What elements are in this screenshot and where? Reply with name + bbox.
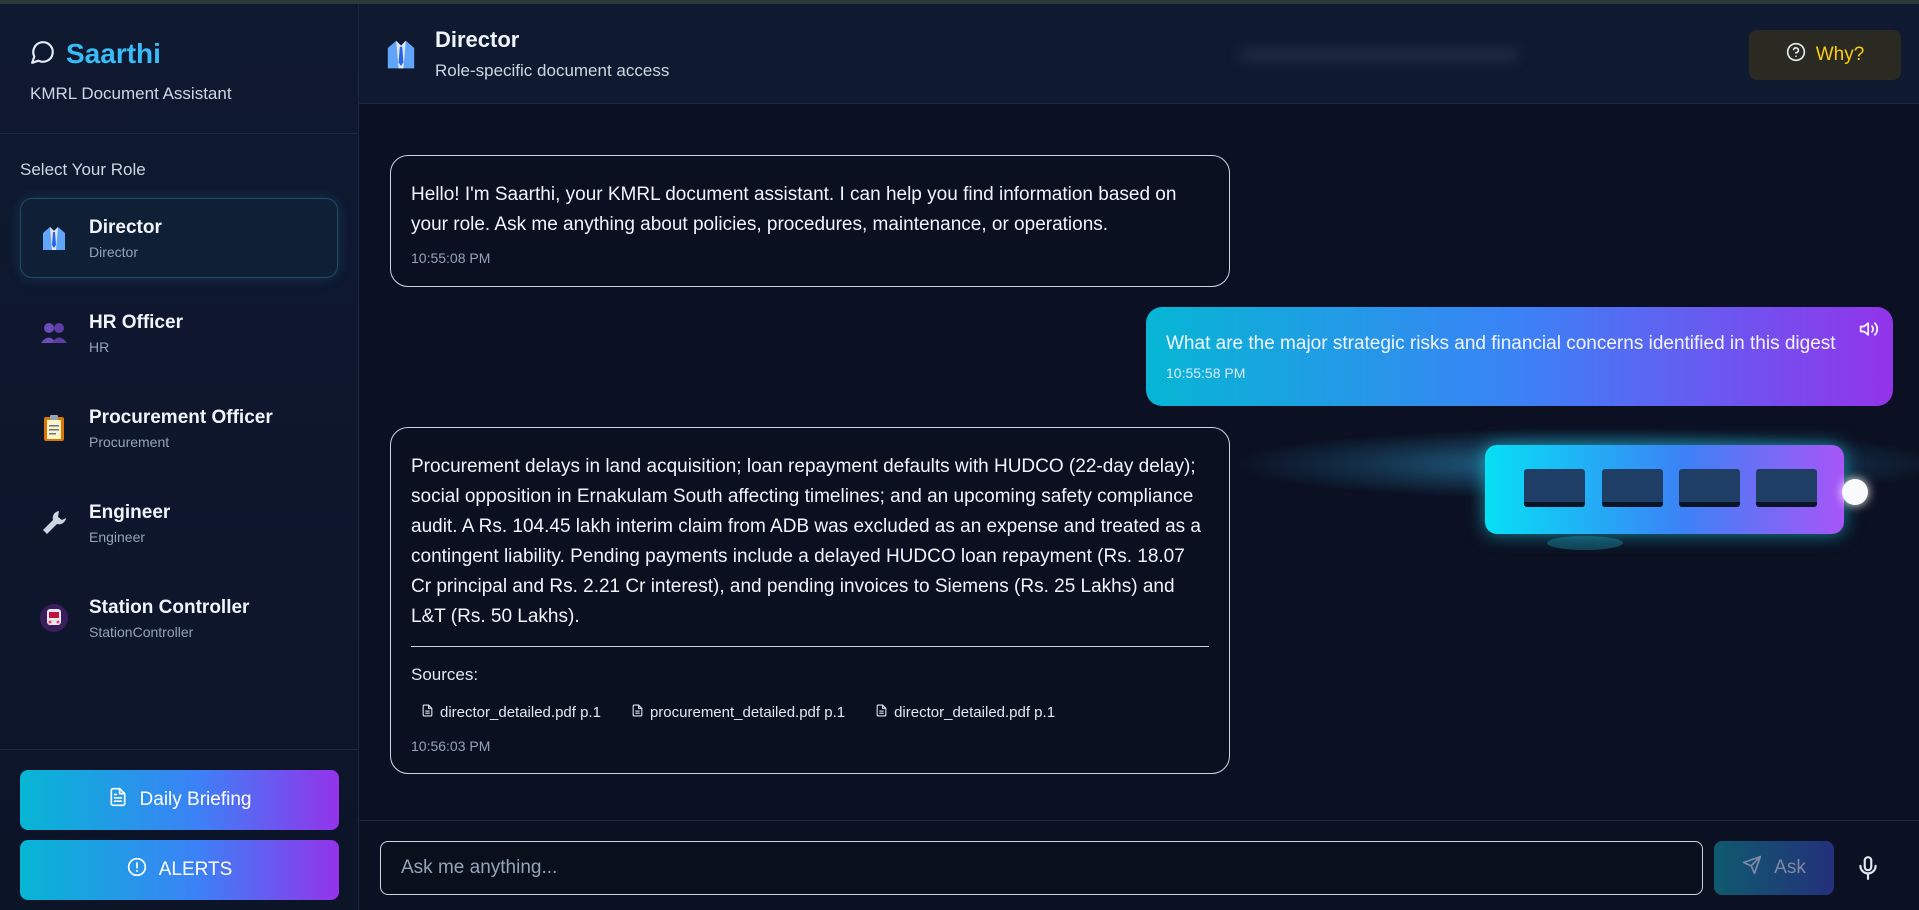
ask-label: Ask	[1774, 857, 1806, 878]
message-time: 10:55:08 PM	[411, 250, 491, 266]
train-illustration	[1485, 445, 1844, 534]
send-icon	[1742, 855, 1762, 881]
app-subtitle: KMRL Document Assistant	[30, 84, 232, 103]
train-window	[1524, 469, 1585, 507]
wrench-icon	[39, 508, 69, 538]
source-chip[interactable]: director_detailed.pdf p.1	[421, 703, 601, 722]
source-chip[interactable]: procurement_detailed.pdf p.1	[631, 703, 845, 722]
header-subtitle: Role-specific document access	[435, 60, 670, 80]
header-title: Director	[435, 26, 520, 52]
why-button[interactable]: Why?	[1749, 30, 1901, 80]
role-name: HR Officer	[89, 311, 183, 333]
header-glow	[1239, 48, 1519, 62]
role-sub: StationController	[89, 623, 194, 640]
role-sub: Director	[89, 243, 139, 260]
sources-divider	[411, 646, 1209, 647]
app-title: Saarthi	[66, 38, 161, 69]
director-icon	[383, 34, 419, 74]
source-label: procurement_detailed.pdf p.1	[649, 704, 846, 721]
user-message: What are the major strategic risks and f…	[1146, 307, 1893, 406]
role-item-station-controller[interactable]: Station Controller StationController	[20, 578, 338, 658]
role-sub: HR	[89, 338, 110, 355]
role-name: Director	[89, 216, 162, 238]
sidebar-actions: Daily Briefing ALERTS	[0, 749, 359, 910]
source-list: director_detailed.pdf p.1 procurement_de…	[411, 703, 1209, 722]
role-item-hr-officer[interactable]: HR Officer HR	[20, 293, 338, 373]
help-circle-icon	[1786, 42, 1806, 68]
chat-header: Director Role-specific document access W…	[359, 4, 1919, 104]
message-time: 10:56:03 PM	[411, 738, 491, 754]
source-label: director_detailed.pdf p.1	[440, 704, 601, 721]
message-text: Procurement delays in land acquisition; …	[411, 456, 1201, 627]
train-shadow	[1547, 536, 1623, 550]
alert-circle-icon	[127, 857, 147, 883]
role-sub: Procurement	[89, 433, 170, 450]
sources-label: Sources:	[411, 665, 479, 684]
role-name: Procurement Officer	[89, 406, 273, 428]
train-window	[1756, 469, 1817, 507]
file-icon	[875, 703, 888, 722]
bot-message: Procurement delays in land acquisition; …	[390, 427, 1230, 774]
ask-button[interactable]: Ask	[1714, 841, 1834, 895]
role-name: Engineer	[89, 501, 171, 523]
input-bar: Ask	[359, 820, 1919, 910]
alerts-button[interactable]: ALERTS	[20, 840, 339, 900]
alerts-label: ALERTS	[158, 859, 233, 880]
message-time: 10:55:58 PM	[1166, 365, 1246, 381]
chat-input[interactable]	[380, 841, 1703, 895]
train-window	[1602, 469, 1663, 507]
role-item-engineer[interactable]: Engineer Engineer	[20, 483, 338, 563]
train-headlight	[1842, 479, 1868, 505]
why-label: Why?	[1815, 44, 1865, 65]
bot-message: Hello! I'm Saarthi, your KMRL document a…	[390, 155, 1230, 287]
speaker-icon[interactable]	[1859, 319, 1879, 339]
chat-messages: Hello! I'm Saarthi, your KMRL document a…	[359, 104, 1919, 820]
role-item-procurement-officer[interactable]: Procurement Officer Procurement	[20, 388, 338, 468]
director-icon	[39, 223, 69, 253]
source-label: director_detailed.pdf p.1	[894, 704, 1056, 721]
role-name: Station Controller	[89, 596, 250, 618]
file-icon	[631, 703, 644, 722]
role-list: Director Director HR Officer HR Procurem…	[0, 198, 358, 658]
chat-bubble-icon	[30, 39, 56, 70]
daily-briefing-button[interactable]: Daily Briefing	[20, 770, 339, 830]
clipboard-icon	[39, 413, 69, 443]
sidebar: Saarthi KMRL Document Assistant Select Y…	[0, 4, 359, 910]
role-section-heading: Select Your Role	[20, 160, 146, 179]
message-text: Hello! I'm Saarthi, your KMRL document a…	[411, 184, 1177, 235]
role-item-director[interactable]: Director Director	[20, 198, 338, 278]
train-window	[1679, 469, 1740, 507]
microphone-icon[interactable]	[1855, 855, 1881, 881]
daily-briefing-label: Daily Briefing	[139, 789, 252, 810]
source-chip[interactable]: director_detailed.pdf p.1	[875, 703, 1055, 722]
people-icon	[39, 318, 69, 348]
role-sub: Engineer	[89, 528, 146, 545]
document-icon	[108, 786, 128, 814]
brand: Saarthi KMRL Document Assistant	[0, 4, 358, 134]
file-icon	[421, 703, 434, 722]
message-text: What are the major strategic risks and f…	[1166, 333, 1836, 354]
train-icon	[39, 603, 69, 633]
